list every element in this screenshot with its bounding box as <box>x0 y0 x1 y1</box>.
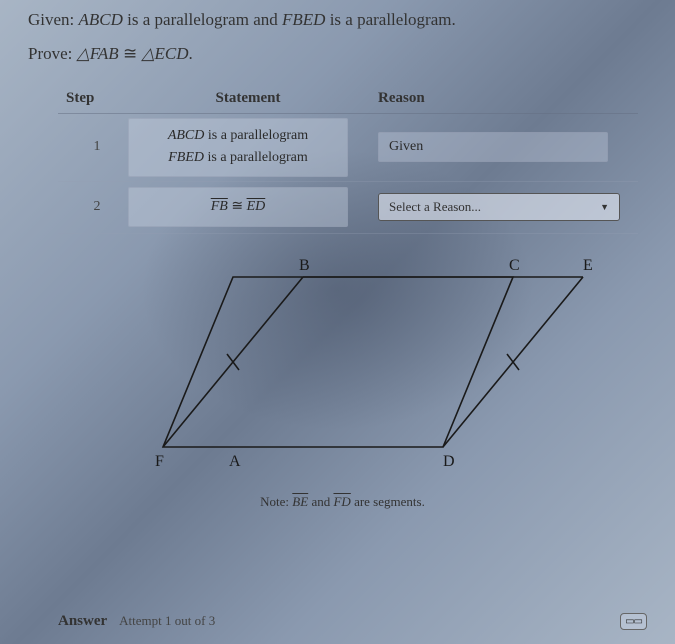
statement-cell[interactable]: ABCD is a parallelogram FBED is a parall… <box>128 118 348 177</box>
svg-text:D: D <box>443 453 455 470</box>
svg-text:C: C <box>509 257 520 274</box>
svg-text:E: E <box>583 257 593 274</box>
given-text: Given: ABCD is a parallelogram and FBED … <box>28 10 657 30</box>
reason-cell[interactable]: Given <box>378 132 608 162</box>
svg-text:A: A <box>229 453 241 470</box>
header-reason: Reason <box>368 90 628 107</box>
prove-text: Prove: △FAB ≅ △ECD. <box>28 44 657 64</box>
answer-label: Answer <box>58 613 107 629</box>
table-row: 1 ABCD is a parallelogram FBED is a para… <box>58 114 638 182</box>
header-statement: Statement <box>128 90 368 107</box>
svg-text:F: F <box>155 453 164 470</box>
proof-table: Step Statement Reason 1 ABCD is a parall… <box>58 90 638 234</box>
attempt-text: Attempt 1 out of 3 <box>119 613 215 628</box>
step-number: 2 <box>58 199 128 215</box>
note-text: Note: BE and FD are segments. <box>28 494 657 510</box>
chevron-down-icon: ▼ <box>600 202 609 212</box>
table-row: 2 FB ≅ ED Select a Reason... ▼ <box>58 182 638 234</box>
svg-text:B: B <box>299 257 310 274</box>
geometry-diagram: B C E F A D <box>93 252 593 482</box>
statement-cell[interactable]: FB ≅ ED <box>128 187 348 227</box>
select-placeholder: Select a Reason... <box>389 199 481 215</box>
reason-select[interactable]: Select a Reason... ▼ <box>378 193 620 221</box>
header-step: Step <box>58 90 128 107</box>
keyboard-icon[interactable]: ▭▭ <box>620 613 647 630</box>
step-number: 1 <box>58 139 128 155</box>
